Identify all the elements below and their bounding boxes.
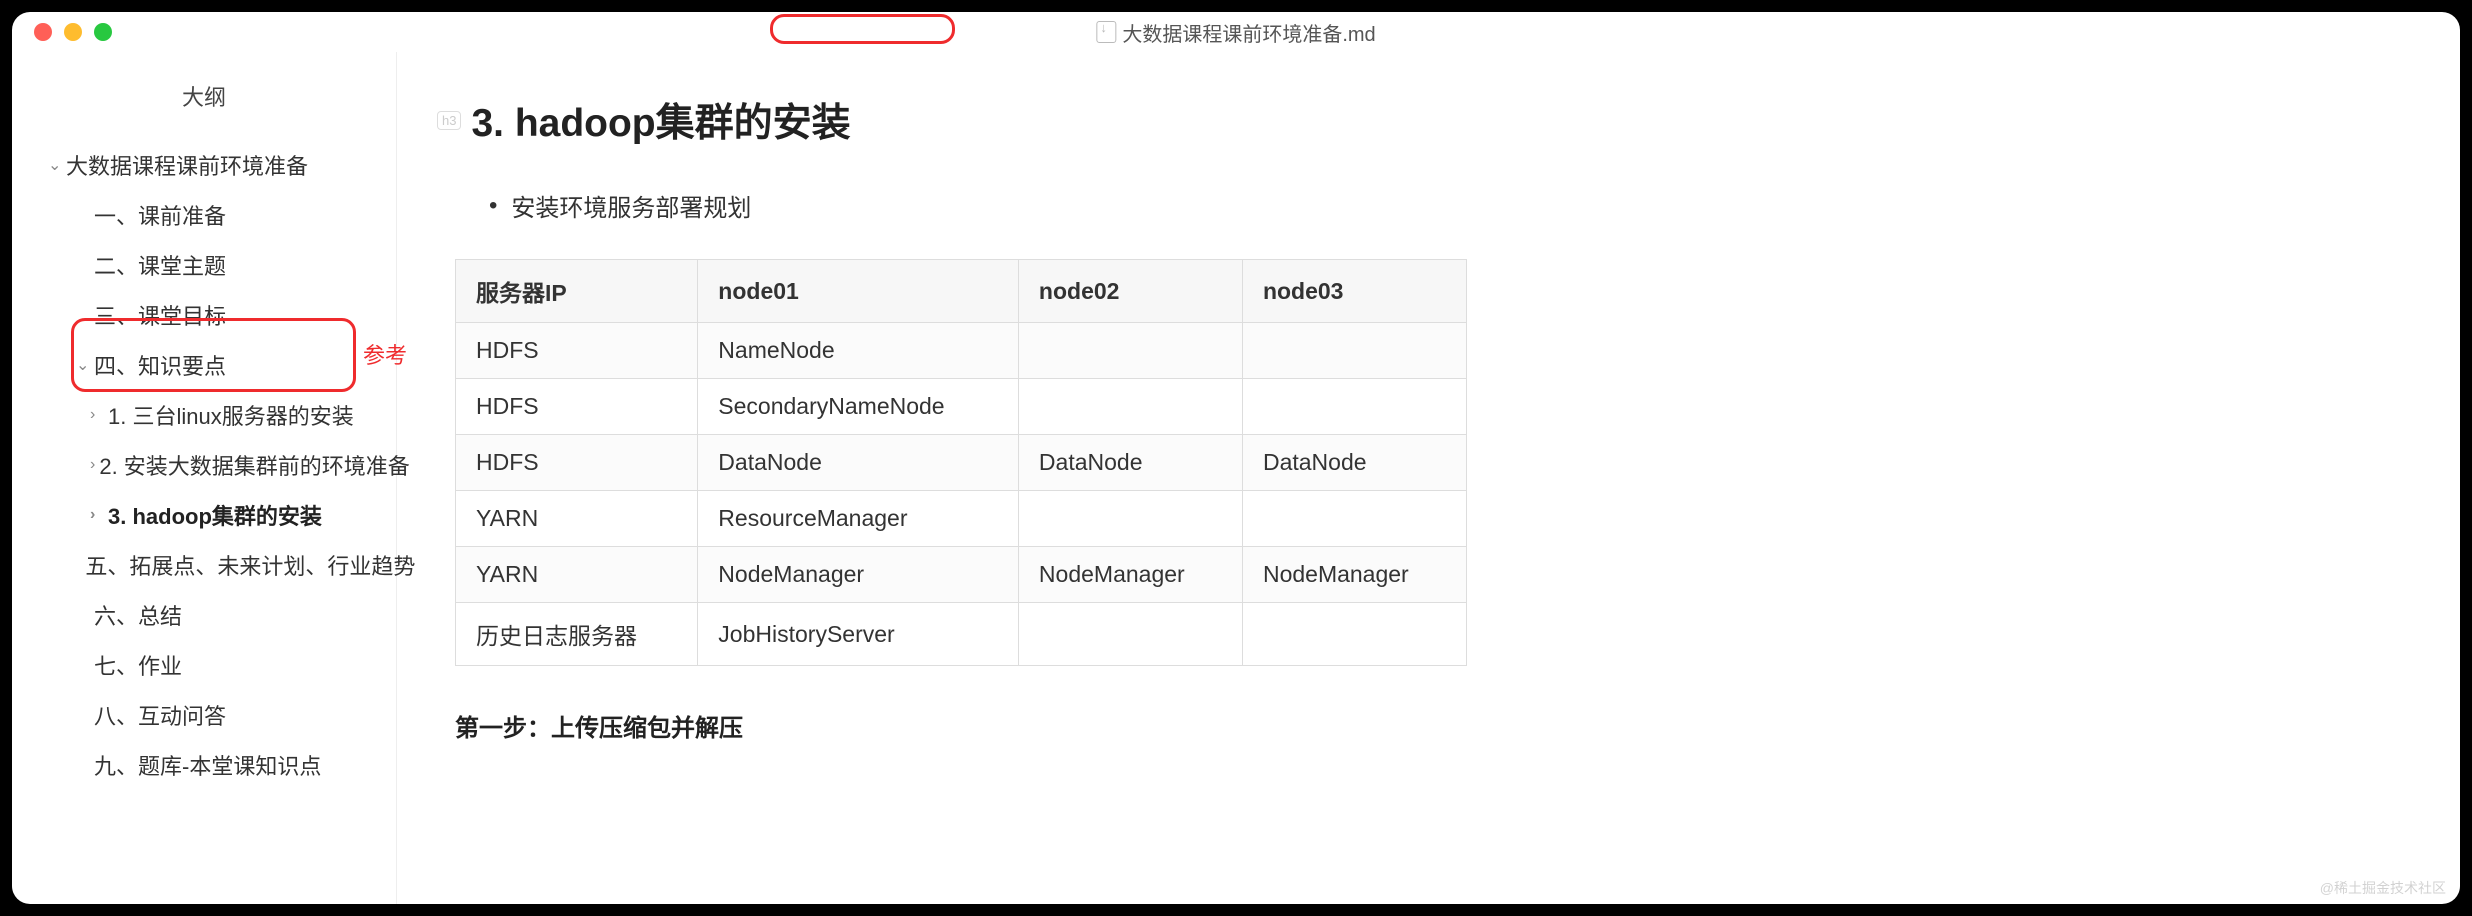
- table-header: 服务器IP: [456, 260, 698, 323]
- section-heading: 3. hadoop集群的安装: [471, 92, 850, 148]
- table-cell: YARN: [456, 491, 698, 547]
- table-cell: YARN: [456, 547, 698, 603]
- deployment-table: 服务器IPnode01node02node03HDFSNameNodeHDFSS…: [455, 259, 1467, 666]
- table-header: node03: [1242, 260, 1466, 323]
- filename-label: 大数据课程课前环境准备.md: [1122, 18, 1375, 47]
- table-cell: [1018, 603, 1242, 666]
- table-cell: DataNode: [698, 435, 1019, 491]
- outline-item[interactable]: ›三、课堂目标: [12, 290, 396, 340]
- table-cell: DataNode: [1018, 435, 1242, 491]
- outline-sidebar: 大纲 ⌄大数据课程课前环境准备›一、课前准备›二、课堂主题›三、课堂目标⌄四、知…: [12, 52, 397, 904]
- table-cell: NodeManager: [1018, 547, 1242, 603]
- sidebar-title: 大纲: [12, 80, 396, 112]
- maximize-icon[interactable]: [94, 23, 112, 41]
- chevron-down-icon[interactable]: ⌄: [48, 155, 62, 175]
- outline-item-label: 3. hadoop集群的安装: [108, 499, 322, 531]
- table-cell: [1018, 323, 1242, 379]
- table-row: HDFSNameNode: [456, 323, 1467, 379]
- table-cell: HDFS: [456, 323, 698, 379]
- table-cell: NameNode: [698, 323, 1019, 379]
- table-cell: NodeManager: [1242, 547, 1466, 603]
- table-cell: 历史日志服务器: [456, 603, 698, 666]
- window-controls: [12, 23, 112, 41]
- table-cell: JobHistoryServer: [698, 603, 1019, 666]
- outline-item[interactable]: ›六、总结: [12, 590, 396, 640]
- table-cell: DataNode: [1242, 435, 1466, 491]
- editor-content[interactable]: h3 3. hadoop集群的安装 安装环境服务部署规划 服务器IPnode01…: [397, 52, 2460, 904]
- outline-item[interactable]: ›一、课前准备: [12, 190, 396, 240]
- bullet-text: 安装环境服务部署规划: [489, 188, 2390, 223]
- outline-item-label: 六、总结: [94, 599, 182, 631]
- table-cell: HDFS: [456, 379, 698, 435]
- table-row: HDFSSecondaryNameNode: [456, 379, 1467, 435]
- table-cell: [1018, 379, 1242, 435]
- table-header: node01: [698, 260, 1019, 323]
- outline-item[interactable]: ›五、拓展点、未来计划、行业趋势: [12, 540, 396, 590]
- table-row: HDFSDataNodeDataNodeDataNode: [456, 435, 1467, 491]
- chevron-right-icon[interactable]: ›: [90, 456, 95, 474]
- chevron-right-icon[interactable]: ›: [90, 406, 104, 424]
- outline-item-label: 五、拓展点、未来计划、行业趋势: [85, 549, 415, 581]
- minimize-icon[interactable]: [64, 23, 82, 41]
- table-cell: [1242, 491, 1466, 547]
- outline-item[interactable]: ›八、互动问答: [12, 690, 396, 740]
- table-cell: HDFS: [456, 435, 698, 491]
- outline-item-label: 大数据课程课前环境准备: [66, 149, 308, 181]
- outline-item-label: 九、题库-本堂课知识点: [94, 749, 321, 781]
- table-cell: [1242, 603, 1466, 666]
- table-header: node02: [1018, 260, 1242, 323]
- outline-item-label: 一、课前准备: [94, 199, 226, 231]
- outline-item-label: 四、知识要点: [94, 349, 226, 381]
- titlebar: 大数据课程课前环境准备.md: [12, 12, 2460, 52]
- table-row: YARNResourceManager: [456, 491, 1467, 547]
- outline-item[interactable]: ›九、题库-本堂课知识点: [12, 740, 396, 790]
- outline-item-label: 2. 安装大数据集群前的环境准备: [99, 449, 409, 481]
- heading-level-badge: h3: [437, 111, 461, 130]
- outline-item[interactable]: ›七、作业: [12, 640, 396, 690]
- table-cell: ResourceManager: [698, 491, 1019, 547]
- table-cell: [1242, 323, 1466, 379]
- outline-item-label: 七、作业: [94, 649, 182, 681]
- table-row: 历史日志服务器JobHistoryServer: [456, 603, 1467, 666]
- outline-item-label: 三、课堂目标: [94, 299, 226, 331]
- chevron-down-icon[interactable]: ⌄: [76, 355, 90, 375]
- table-cell: [1018, 491, 1242, 547]
- outline-item-label: 1. 三台linux服务器的安装: [108, 399, 354, 431]
- outline-item[interactable]: ⌄大数据课程课前环境准备: [12, 140, 396, 190]
- document-title: 大数据课程课前环境准备.md: [1096, 18, 1375, 47]
- app-window: 大数据课程课前环境准备.md 大纲 ⌄大数据课程课前环境准备›一、课前准备›二、…: [12, 12, 2460, 904]
- table-row: YARNNodeManagerNodeManagerNodeManager: [456, 547, 1467, 603]
- chevron-right-icon[interactable]: ›: [90, 506, 104, 524]
- step-heading: 第一步：上传压缩包并解压: [455, 708, 2390, 743]
- outline-item[interactable]: ›二、课堂主题: [12, 240, 396, 290]
- close-icon[interactable]: [34, 23, 52, 41]
- outline-item[interactable]: ⌄四、知识要点: [12, 340, 396, 390]
- table-cell: NodeManager: [698, 547, 1019, 603]
- outline-item[interactable]: ›2. 安装大数据集群前的环境准备: [12, 440, 396, 490]
- table-cell: SecondaryNameNode: [698, 379, 1019, 435]
- outline-item-label: 八、互动问答: [94, 699, 226, 731]
- outline-item-label: 二、课堂主题: [94, 249, 226, 281]
- table-cell: [1242, 379, 1466, 435]
- markdown-file-icon: [1096, 21, 1116, 43]
- outline-item[interactable]: ›3. hadoop集群的安装: [12, 490, 396, 540]
- outline-item[interactable]: ›1. 三台linux服务器的安装: [12, 390, 396, 440]
